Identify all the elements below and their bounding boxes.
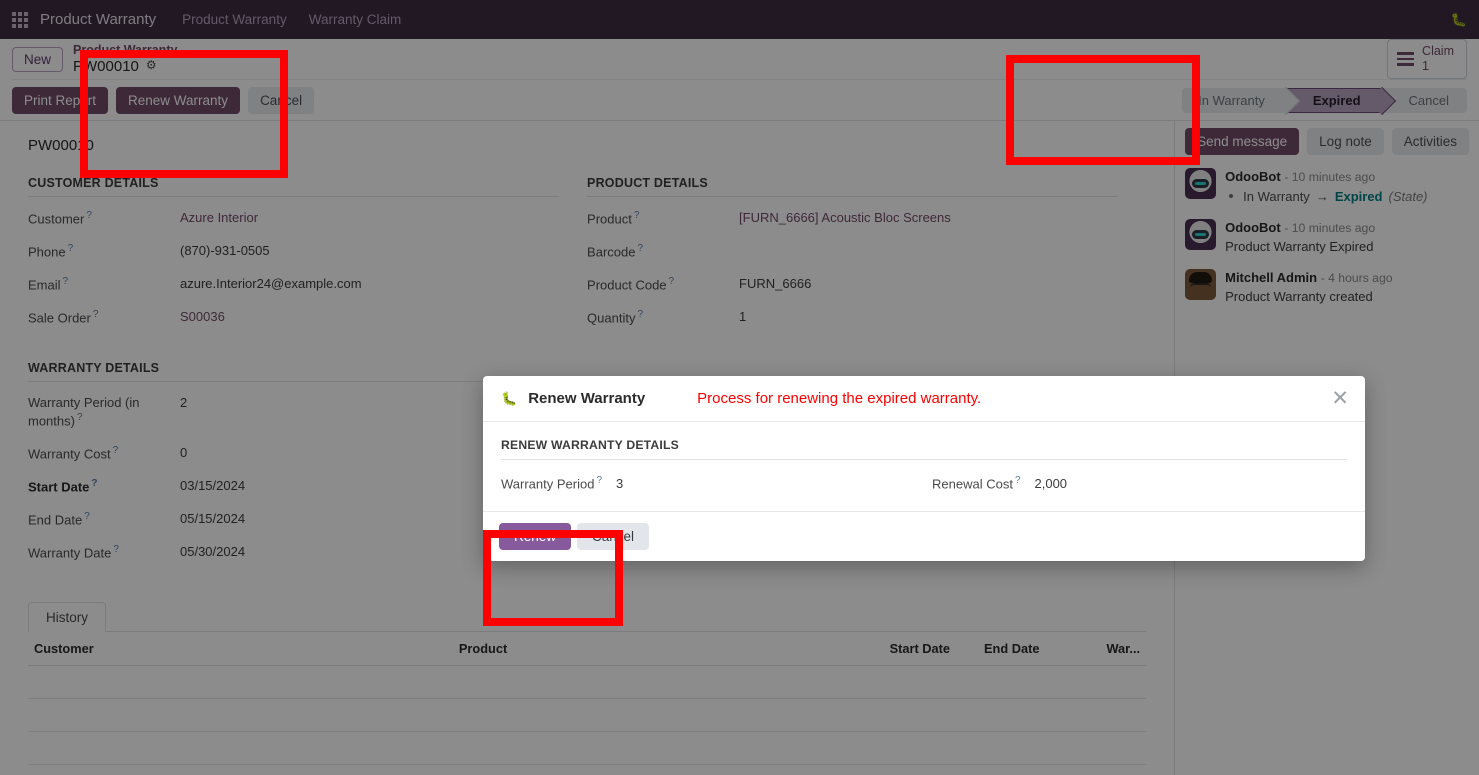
renew-button[interactable]: Renew bbox=[499, 523, 571, 550]
dialog-body: RENEW WARRANTY DETAILS Warranty Period? … bbox=[483, 422, 1365, 511]
field-renewal-cost-value[interactable]: 2,000 bbox=[1035, 475, 1068, 493]
bug-icon: 🐛 bbox=[501, 391, 517, 407]
screen: Product Warranty Product Warranty Warran… bbox=[0, 0, 1479, 775]
annotation-text: Process for renewing the expired warrant… bbox=[697, 390, 981, 407]
renew-warranty-dialog: 🐛 Renew Warranty Process for renewing th… bbox=[483, 376, 1365, 561]
field-renew-warranty-period: Warranty Period? 3 bbox=[501, 474, 924, 493]
help-icon[interactable]: ? bbox=[1015, 475, 1021, 486]
renew-fields-row: Warranty Period? 3 Renewal Cost? 2,000 bbox=[501, 474, 1347, 511]
close-icon[interactable]: ✕ bbox=[1331, 388, 1349, 409]
dialog-cancel-button[interactable]: Cancel bbox=[577, 523, 649, 550]
dialog-footer: Renew Cancel bbox=[483, 511, 1365, 561]
help-icon[interactable]: ? bbox=[596, 475, 602, 486]
renew-warranty-details-title: RENEW WARRANTY DETAILS bbox=[501, 438, 1347, 460]
field-renew-warranty-period-value[interactable]: 3 bbox=[616, 475, 623, 493]
dialog-header: 🐛 Renew Warranty Process for renewing th… bbox=[483, 376, 1365, 422]
field-renewal-cost: Renewal Cost? 2,000 bbox=[924, 474, 1347, 493]
field-renew-warranty-period-label: Warranty Period? bbox=[501, 474, 602, 493]
dialog-title: Renew Warranty bbox=[528, 390, 645, 407]
field-renewal-cost-label: Renewal Cost? bbox=[932, 474, 1021, 493]
